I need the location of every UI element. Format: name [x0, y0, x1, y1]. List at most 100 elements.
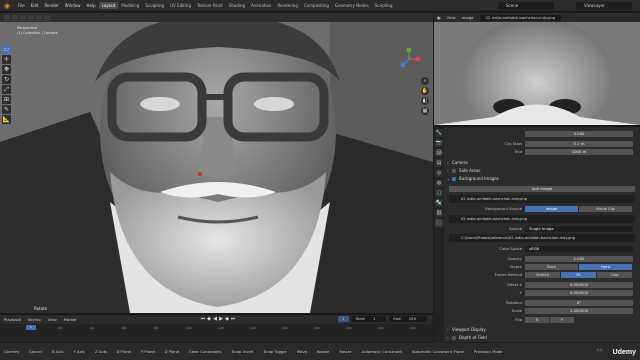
- view-menu-button[interactable]: [20, 14, 26, 21]
- menu-file[interactable]: File: [15, 3, 28, 8]
- view-layer-selector[interactable]: ViewLayer: [576, 2, 632, 10]
- bg-source-image-option[interactable]: Image: [525, 205, 579, 212]
- select-box-icon[interactable]: ▭: [2, 45, 11, 54]
- frame-stretch-option[interactable]: Stretch: [525, 271, 561, 278]
- rotation-field[interactable]: 0°: [525, 299, 633, 306]
- view-layer-tab-icon[interactable]: ▤: [435, 159, 443, 167]
- output-tab-icon[interactable]: 🖨: [435, 149, 443, 157]
- safe-areas-header[interactable]: › Safe Areas: [447, 167, 637, 174]
- image-menu-image[interactable]: Image: [462, 15, 474, 20]
- menu-edit[interactable]: Edit: [28, 3, 42, 8]
- clip-end-field[interactable]: 1000 m: [525, 148, 633, 155]
- jump-end-icon[interactable]: ⏭: [230, 316, 236, 322]
- safe-areas-checkbox[interactable]: [452, 169, 456, 173]
- measure-icon[interactable]: 📐: [2, 115, 11, 124]
- depth-front-option[interactable]: Front: [579, 263, 633, 270]
- flip-y-checkbox[interactable]: Y: [550, 316, 575, 323]
- modifier-tab-icon[interactable]: 🔩: [435, 199, 443, 207]
- depth-back-option[interactable]: Back: [525, 263, 579, 270]
- clip-start-field[interactable]: 0.1 m: [525, 140, 633, 147]
- image-menu-view[interactable]: View: [447, 15, 456, 20]
- object-tab-icon[interactable]: ▢: [435, 189, 443, 197]
- scale-icon[interactable]: ⤢: [2, 85, 11, 94]
- background-images-header[interactable]: ⌄ Background Images: [447, 175, 637, 182]
- pan-hand-icon[interactable]: ✋: [421, 87, 429, 95]
- color-space-dropdown[interactable]: sRGB: [525, 245, 633, 252]
- blender-logo-icon[interactable]: ◉: [2, 1, 12, 11]
- start-frame-field[interactable]: Start 1: [351, 316, 387, 322]
- transform-icon[interactable]: ⊞: [2, 95, 11, 104]
- select-menu-button[interactable]: [28, 14, 34, 21]
- constraint-tab-icon[interactable]: ⛓: [435, 209, 443, 217]
- cursor-icon[interactable]: ✛: [2, 55, 11, 64]
- frame-fit-option[interactable]: Fit: [561, 271, 597, 278]
- camera-view-icon[interactable]: ◧: [421, 97, 429, 105]
- image-editor[interactable]: ▣ View Image 02-india-amitabh-bachchan-i…: [434, 13, 640, 125]
- add-image-button[interactable]: Add Image: [449, 185, 635, 192]
- menu-window[interactable]: Window: [62, 3, 84, 8]
- bg-source-movie-option[interactable]: Movie Clip: [579, 205, 633, 212]
- tab-sculpting[interactable]: Sculpting: [142, 2, 167, 9]
- scene-selector[interactable]: Scene: [498, 2, 554, 10]
- camera-data-tab-icon[interactable]: 🎥: [435, 219, 443, 227]
- tab-modeling[interactable]: Modeling: [118, 2, 142, 9]
- tab-rendering[interactable]: Rendering: [274, 2, 300, 9]
- timeline-menu-view[interactable]: View: [48, 317, 57, 322]
- depth-of-field-checkbox[interactable]: [452, 336, 456, 340]
- add-menu-button[interactable]: [36, 14, 42, 21]
- world-tab-icon[interactable]: ◍: [435, 179, 443, 187]
- annotate-icon[interactable]: ✎: [2, 105, 11, 114]
- current-frame-field[interactable]: 1: [338, 316, 349, 322]
- timeline-menu-keying[interactable]: Keying: [28, 317, 41, 322]
- image-datablock-selector[interactable]: 02-india-amitabh-bachchan-indy.png: [479, 14, 562, 21]
- playhead[interactable]: 1: [26, 325, 36, 330]
- render-tab-icon[interactable]: 📷: [435, 139, 443, 147]
- hint-confirm: Confirm: [4, 349, 19, 354]
- offset-x-field[interactable]: 0.000000: [525, 281, 633, 288]
- menu-help[interactable]: Help: [83, 3, 98, 8]
- tab-shading[interactable]: Shading: [226, 2, 248, 9]
- tab-animation[interactable]: Animation: [248, 2, 274, 9]
- timeline-menu-playback[interactable]: Playback: [4, 317, 21, 322]
- frame-crop-option[interactable]: Crop: [597, 271, 633, 278]
- object-menu-button[interactable]: [44, 14, 50, 21]
- scale-field[interactable]: 1.000000: [525, 307, 633, 314]
- rotate-icon[interactable]: ↻: [2, 75, 11, 84]
- background-images-checkbox[interactable]: [452, 177, 456, 181]
- tab-compositing[interactable]: Compositing: [301, 2, 332, 9]
- zoom-icon[interactable]: ⌕: [421, 77, 429, 85]
- move-icon[interactable]: ✥: [2, 65, 11, 74]
- ortho-grid-icon[interactable]: ▦: [421, 107, 429, 115]
- end-frame-field[interactable]: End 250: [389, 316, 427, 322]
- mode-button[interactable]: [12, 14, 18, 21]
- offset-y-field[interactable]: 0.000000: [525, 289, 633, 296]
- navigation-gizmo-icon[interactable]: [397, 47, 421, 71]
- timeline-menu-marker[interactable]: Marker: [64, 317, 77, 322]
- menu-render[interactable]: Render: [41, 3, 61, 8]
- depth-toggle: Back Front: [525, 263, 633, 270]
- image-editor-type-icon[interactable]: ▣: [437, 15, 441, 20]
- viewport-display-header[interactable]: › Viewport Display: [447, 326, 637, 333]
- scene-tab-icon[interactable]: ◎: [435, 169, 443, 177]
- image-datablock-field[interactable]: 02-india-amitabh-bachchan-indy.png: [449, 215, 635, 223]
- lens-field[interactable]: 0.000: [525, 130, 633, 137]
- background-image-item[interactable]: 02-india-amitabh-bachchan-indy.png: [449, 195, 635, 203]
- tool-tab-icon[interactable]: 🔧: [435, 129, 443, 137]
- editor-type-button[interactable]: [4, 14, 10, 21]
- tab-uv-editing[interactable]: UV Editing: [167, 2, 194, 9]
- flip-x-checkbox[interactable]: X: [525, 316, 550, 323]
- timeline[interactable]: Playback Keying View Marker ⏮ ◆ ◀ ▶ ◆ ⏭ …: [0, 314, 433, 342]
- properties-editor[interactable]: 🔧 📷 🖨 ▤ ◎ ◍ ▢ 🔩 ⛓ 🎥 0.000 Clip Start 0.1…: [434, 126, 640, 343]
- tab-texture-paint[interactable]: Texture Paint: [194, 2, 226, 9]
- camera-section-header[interactable]: › Camera: [447, 159, 637, 166]
- tab-geometry-nodes[interactable]: Geometry Nodes: [332, 2, 372, 9]
- 3d-viewport[interactable]: Perspective (1) Collection | Camera ▭ ✛ …: [0, 13, 433, 313]
- tab-scripting[interactable]: Scripting: [372, 2, 396, 9]
- image-path-field[interactable]: C:\Users\Photos\reference\02-india-amita…: [449, 234, 635, 242]
- opacity-slider[interactable]: 1.000: [525, 255, 633, 262]
- timeline-ruler[interactable]: 0 20 40 60 80 100 120 140 160 180 200 22…: [0, 326, 433, 332]
- viewport-navigation: ⌕ ✋ ◧ ▦: [421, 77, 429, 117]
- source-dropdown[interactable]: Single Image: [525, 225, 633, 232]
- tab-layout[interactable]: Layout: [98, 2, 119, 9]
- depth-of-field-header[interactable]: › Depth of Field: [447, 334, 637, 341]
